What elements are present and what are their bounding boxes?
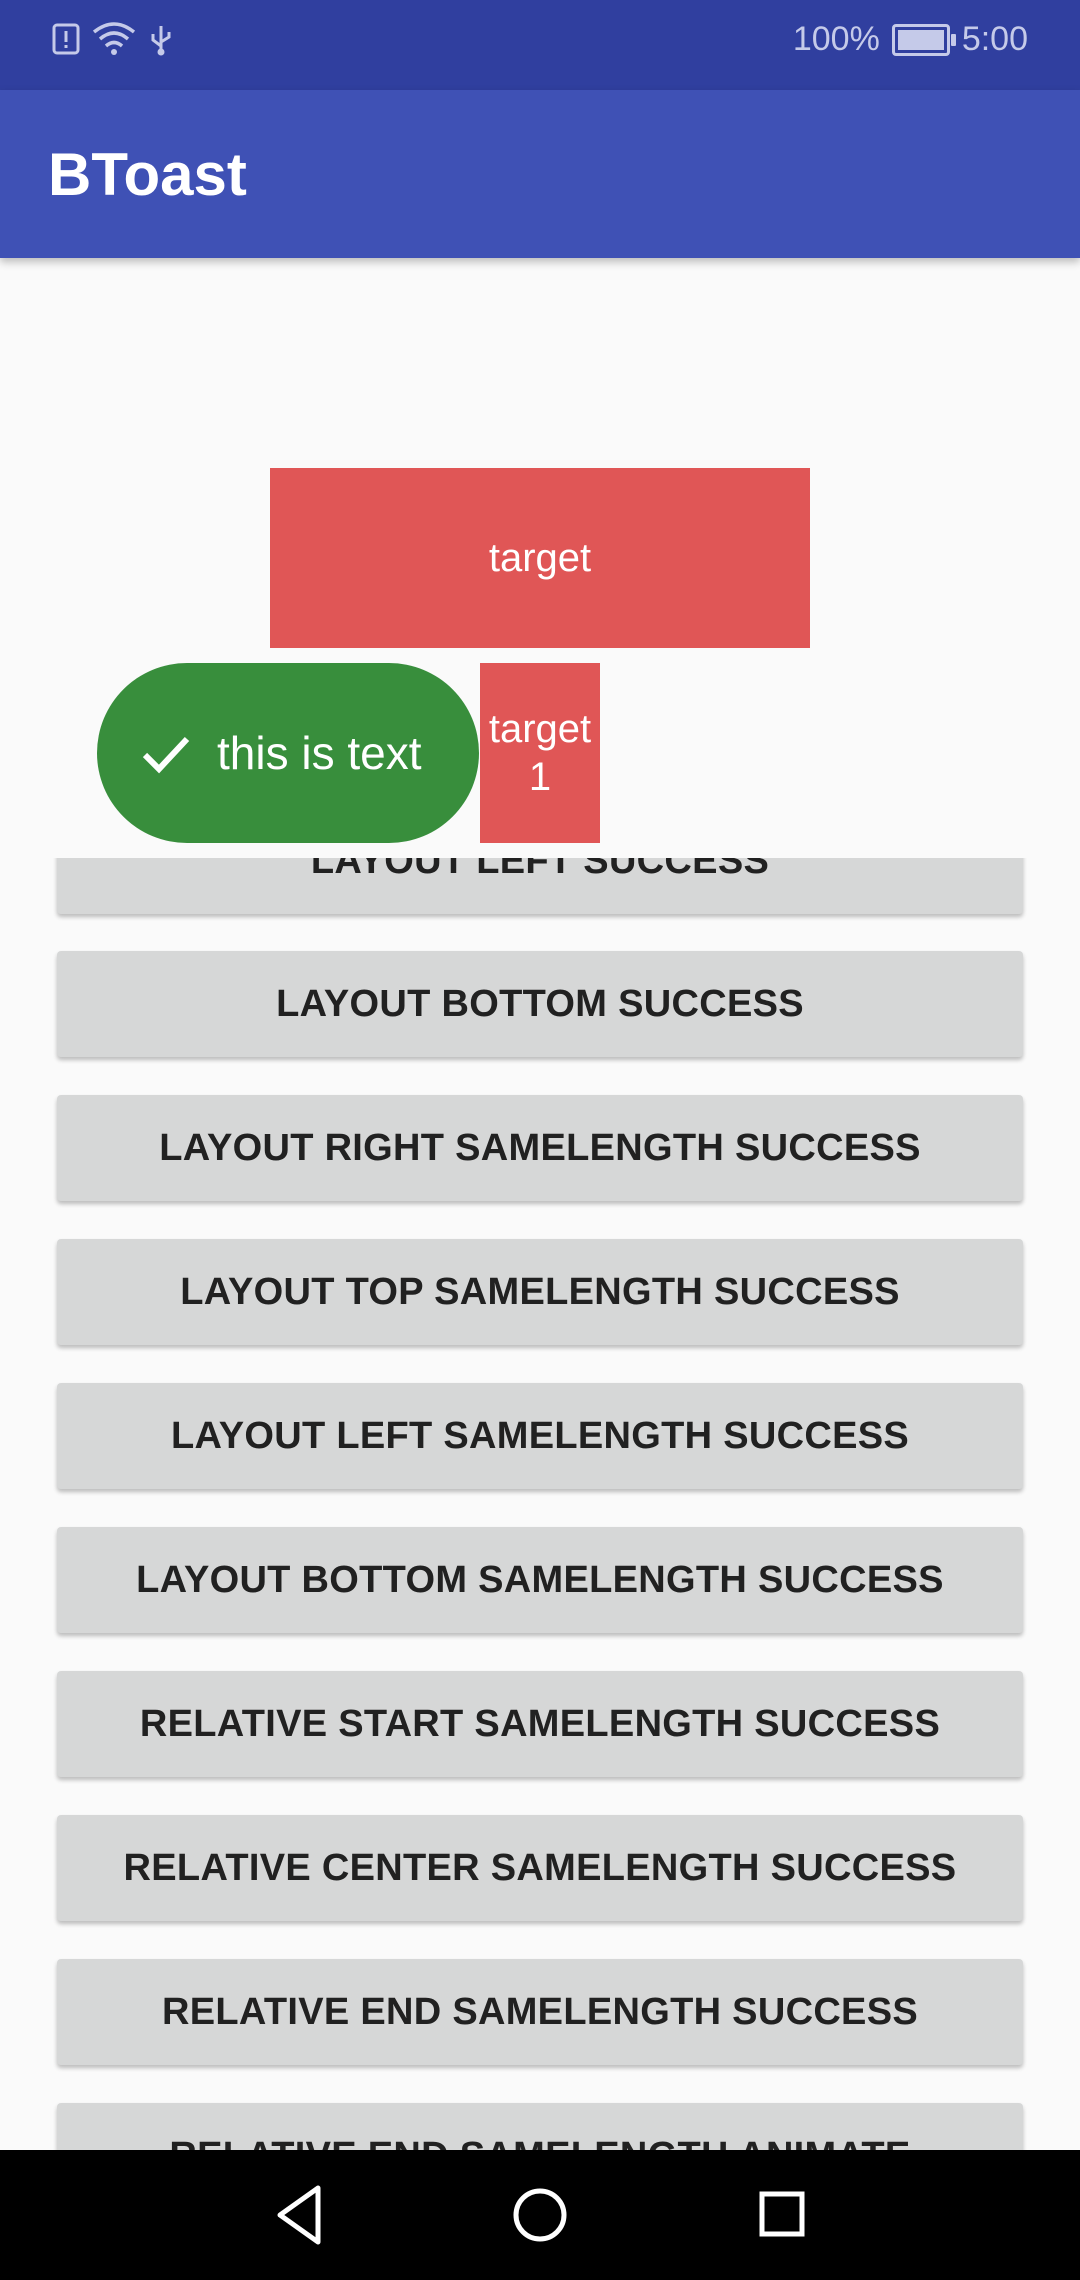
app-title: BToast xyxy=(48,141,247,208)
relative-center-samelength-success-button[interactable]: RELATIVE CENTER SAMELENGTH SUCCESS xyxy=(57,1815,1023,1921)
target-view[interactable]: target xyxy=(270,468,810,648)
app-bar: BToast xyxy=(0,90,1080,258)
target1-view[interactable]: target 1 xyxy=(480,663,600,843)
layout-top-samelength-success-button[interactable]: LAYOUT TOP SAMELENGTH SUCCESS xyxy=(57,1239,1023,1345)
toast: this is text xyxy=(97,663,479,843)
target1-label: target xyxy=(488,707,592,751)
battery-percentage: 100% xyxy=(792,20,880,58)
back-icon[interactable] xyxy=(270,2180,330,2250)
alert-icon xyxy=(52,23,80,55)
recents-icon[interactable] xyxy=(752,2180,812,2250)
layout-left-samelength-success-button[interactable]: LAYOUT LEFT SAMELENGTH SUCCESS xyxy=(57,1383,1023,1489)
wifi-icon xyxy=(92,22,136,55)
button-list[interactable]: LAYOUT LEFT SUCCESS LAYOUT BOTTOM SUCCES… xyxy=(0,858,1080,2150)
layout-bottom-success-button[interactable]: LAYOUT BOTTOM SUCCESS xyxy=(57,951,1023,1057)
main-content: target target 1 this is text LAYOUT LEFT… xyxy=(0,258,1080,2150)
navigation-bar xyxy=(0,2150,1080,2280)
home-icon[interactable] xyxy=(508,2180,572,2250)
check-icon xyxy=(142,736,190,774)
relative-end-samelength-success-button[interactable]: RELATIVE END SAMELENGTH SUCCESS xyxy=(57,1959,1023,2065)
layout-left-success-button[interactable]: LAYOUT LEFT SUCCESS xyxy=(57,858,1023,914)
battery-icon xyxy=(891,23,956,56)
toast-text: this is text xyxy=(217,727,422,779)
relative-end-samelength-animate-button[interactable]: RELATIVE END SAMELENGTH ANIMATE xyxy=(57,2103,1023,2150)
layout-bottom-samelength-success-button[interactable]: LAYOUT BOTTOM SAMELENGTH SUCCESS xyxy=(57,1527,1023,1633)
status-right: 100% 5:00 xyxy=(793,20,1028,59)
usb-icon xyxy=(151,26,171,56)
status-bar: 100% 5:00 xyxy=(0,0,1080,90)
relative-start-samelength-success-button[interactable]: RELATIVE START SAMELENGTH SUCCESS xyxy=(57,1671,1023,1777)
clock: 5:00 xyxy=(961,20,1028,58)
target1-number: 1 xyxy=(528,755,552,799)
layout-right-samelength-success-button[interactable]: LAYOUT RIGHT SAMELENGTH SUCCESS xyxy=(57,1095,1023,1201)
status-icons xyxy=(52,22,174,56)
